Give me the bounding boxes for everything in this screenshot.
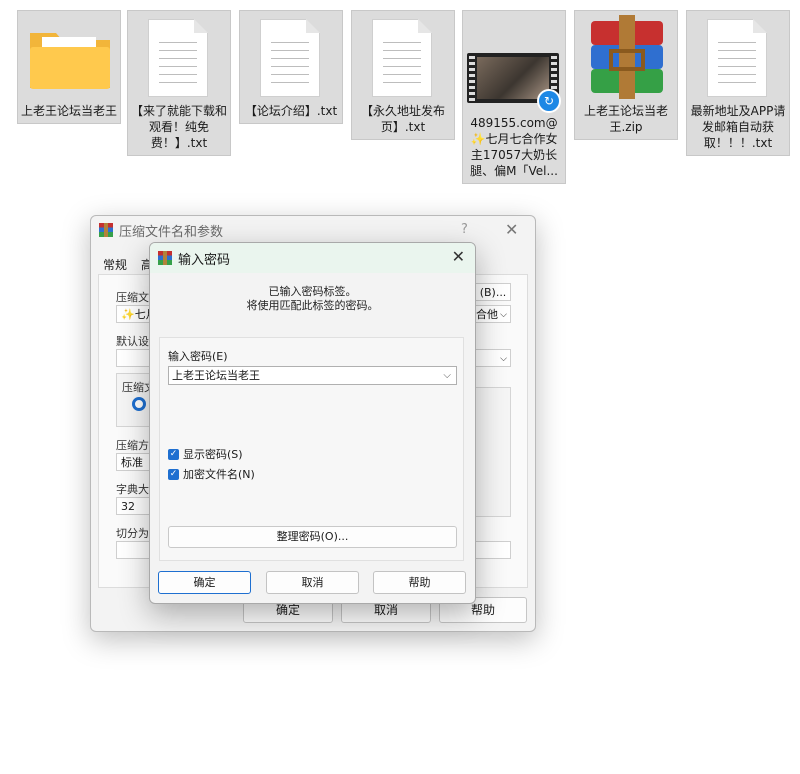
encrypt-filenames-checkbox[interactable]: ✓ 加密文件名(N) xyxy=(168,466,255,482)
info-message: 已输入密码标签。 将使用匹配此标签的密码。 xyxy=(150,285,475,313)
file-label: 最新地址及APP请发邮箱自动获取！！！.txt xyxy=(690,104,786,150)
checkmark-icon: ✓ xyxy=(168,468,179,480)
close-icon[interactable]: ✕ xyxy=(505,220,518,239)
tab-general[interactable]: 常规 xyxy=(103,258,127,272)
cancel-button[interactable]: 取消 xyxy=(266,571,359,594)
format-radio[interactable] xyxy=(132,397,146,411)
help-button[interactable]: 帮助 xyxy=(373,571,466,594)
file-tile-folder[interactable]: 上老王论坛当老王 xyxy=(17,10,121,124)
options-dropdown[interactable]: 合他 ⌵ xyxy=(471,305,511,323)
dialog-title: 压缩文件名和参数 xyxy=(119,224,224,240)
password-label: 输入密码(E) xyxy=(168,350,228,363)
file-label: 上老王论坛当老王.zip xyxy=(583,104,668,134)
method-label: 压缩方 xyxy=(116,439,149,452)
checkbox-label: 显示密码(S) xyxy=(183,448,243,461)
sync-badge-icon: ↻ xyxy=(537,89,561,113)
update-mode-dropdown[interactable]: ⌵ xyxy=(471,349,511,367)
text-file-icon xyxy=(260,19,320,97)
dropdown-value: 合他 xyxy=(476,308,498,321)
file-tile-txt[interactable]: 【永久地址发布页】.txt xyxy=(351,10,455,140)
chevron-down-icon: ⌵ xyxy=(500,354,507,364)
organize-passwords-button[interactable]: 整理密码(O)... xyxy=(168,526,457,548)
password-combo[interactable]: 上老王论坛当老王 ⌵ xyxy=(168,366,457,385)
text-file-icon xyxy=(707,19,767,97)
text-file-icon xyxy=(148,19,208,97)
checkbox-label: 加密文件名(N) xyxy=(183,468,255,481)
file-label: 上老王论坛当老王 xyxy=(21,104,118,118)
checkmark-icon: ✓ xyxy=(168,448,179,460)
winrar-icon xyxy=(99,223,113,237)
password-button[interactable] xyxy=(471,541,511,559)
file-label: 【论坛介绍】.txt xyxy=(244,104,338,118)
message-line: 已输入密码标签。 xyxy=(268,285,357,298)
file-label: 489155.com@✨七月七合作女主17057大奶长腿、偏M「Vel... xyxy=(470,116,558,178)
browse-button[interactable]: (B)... xyxy=(471,283,511,301)
file-label: 【永久地址发布页】.txt xyxy=(360,104,445,134)
file-tile-txt[interactable]: 【来了就能下载和观看！纯免费！】.txt xyxy=(127,10,231,156)
file-tile-zip[interactable]: 上老王论坛当老王.zip xyxy=(574,10,678,140)
show-password-checkbox[interactable]: ✓ 显示密码(S) xyxy=(168,446,243,462)
file-tile-txt[interactable]: 【论坛介绍】.txt xyxy=(239,10,343,124)
dialog-title: 输入密码 xyxy=(178,252,231,268)
folder-icon xyxy=(30,33,110,89)
winrar-icon xyxy=(158,251,172,265)
options-group xyxy=(471,387,511,517)
ok-button[interactable]: 确定 xyxy=(158,571,251,594)
chevron-down-icon[interactable]: ⌵ xyxy=(443,367,451,384)
chevron-down-icon: ⌵ xyxy=(500,310,507,320)
file-label: 【来了就能下载和观看！纯免费！】.txt xyxy=(131,104,228,150)
file-tile-video[interactable]: ↻ 489155.com@✨七月七合作女主17057大奶长腿、偏M「Vel... xyxy=(462,10,566,184)
password-group: 输入密码(E) 上老王论坛当老王 ⌵ ✓ 显示密码(S) ✓ 加密文件名(N) … xyxy=(159,337,464,561)
message-line: 将使用匹配此标签的密码。 xyxy=(246,299,379,312)
text-file-icon xyxy=(372,19,432,97)
close-icon[interactable]: ✕ xyxy=(452,247,465,266)
help-icon[interactable]: ? xyxy=(461,222,468,237)
dialog-titlebar: 输入密码 ✕ xyxy=(150,243,475,273)
winrar-archive-icon xyxy=(591,15,663,99)
password-dialog: 输入密码 ✕ 已输入密码标签。 将使用匹配此标签的密码。 输入密码(E) 上老王… xyxy=(149,242,476,604)
file-tile-txt[interactable]: 最新地址及APP请发邮箱自动获取！！！.txt xyxy=(686,10,790,156)
password-value: 上老王论坛当老王 xyxy=(172,369,260,382)
dialog-titlebar: 压缩文件名和参数 ? ✕ xyxy=(91,216,535,244)
